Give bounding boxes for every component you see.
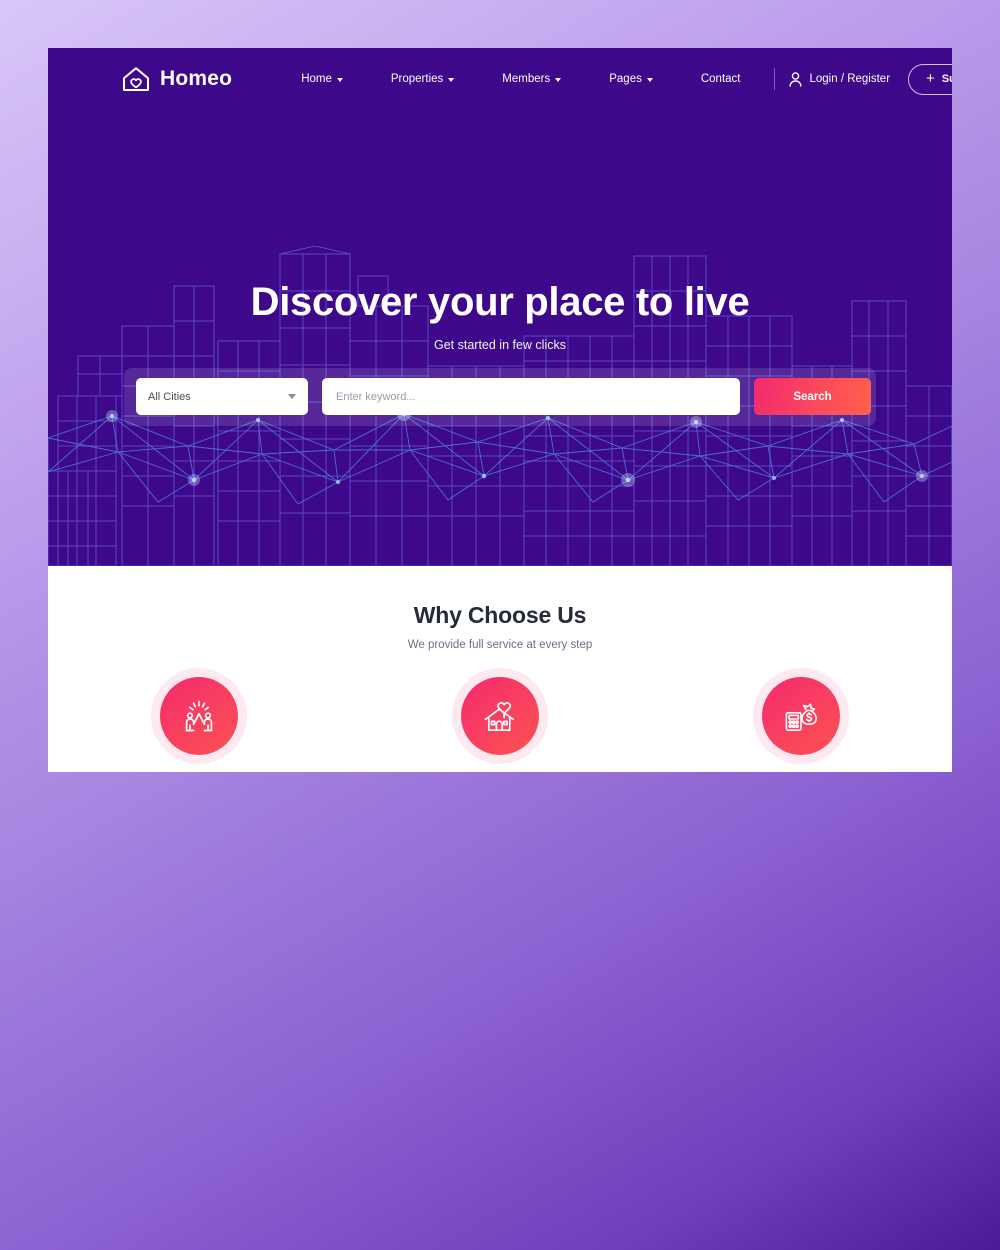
chevron-down-icon [555,78,562,82]
section-title: Why Choose Us [413,602,587,628]
hero-subtitle: Get started in few clicks [434,338,566,352]
high-five-people-icon [185,700,213,732]
search-bar: All Cities Search [124,368,876,426]
nav-item-pages[interactable]: Pages [585,67,677,91]
feature-item [651,677,952,755]
nav-item-properties[interactable]: Properties [367,67,478,91]
login-register-label: Login / Register [809,73,891,85]
nav-label: Home [301,73,332,85]
brand-name: Homeo [160,67,233,90]
search-button[interactable]: Search [754,378,871,415]
feature-icon-circle[interactable] [762,677,840,755]
nav-label: Properties [390,73,444,85]
submit-property-button[interactable]: + Submit Property [908,63,952,95]
page-card: Homeo Home Properties Members Pages Cont… [48,48,952,772]
nav-item-members[interactable]: Members [478,67,585,91]
feature-list [48,677,952,755]
nav-item-contact[interactable]: Contact [677,67,765,91]
section-subtitle: We provide full service at every step [407,639,593,651]
hero-content: Discover your place to live Get started … [48,48,952,566]
calculator-money-bag-icon [785,703,817,731]
feature-item [350,677,651,755]
person-icon [789,71,802,87]
nav-label: Members [502,73,551,85]
search-row: All Cities Search [136,378,871,415]
header-divider [774,68,776,90]
nav-label: Pages [609,73,642,85]
city-select-value: All Cities [148,390,191,403]
nav-label: Contact [700,73,741,85]
header-actions: Login / Register + Submit Property [764,63,952,95]
nav-item-home[interactable]: Home [277,67,367,91]
brand-logo[interactable]: Homeo [122,66,232,92]
feature-item [49,677,350,755]
site-header: Homeo Home Properties Members Pages Cont… [48,48,952,110]
hero-title: Discover your place to live [250,280,750,324]
main-nav: Home Properties Members Pages Contact [277,67,764,91]
plus-icon: + [926,69,935,87]
feature-icon-circle[interactable] [461,677,539,755]
chevron-down-icon [646,78,653,82]
chevron-down-icon [336,78,343,82]
submit-property-label: Submit Property [941,73,952,85]
why-choose-us-section: Why Choose Us We provide full service at… [48,566,952,772]
hero-section: Homeo Home Properties Members Pages Cont… [48,48,952,566]
login-register-link[interactable]: Login / Register [789,71,891,87]
house-with-heart-icon [484,702,515,732]
chevron-down-icon [448,78,455,82]
search-input[interactable] [322,378,740,415]
chevron-down-icon [288,394,296,399]
feature-icon-circle[interactable] [160,677,238,755]
house-heart-icon [123,67,149,91]
city-select[interactable]: All Cities [136,378,308,415]
